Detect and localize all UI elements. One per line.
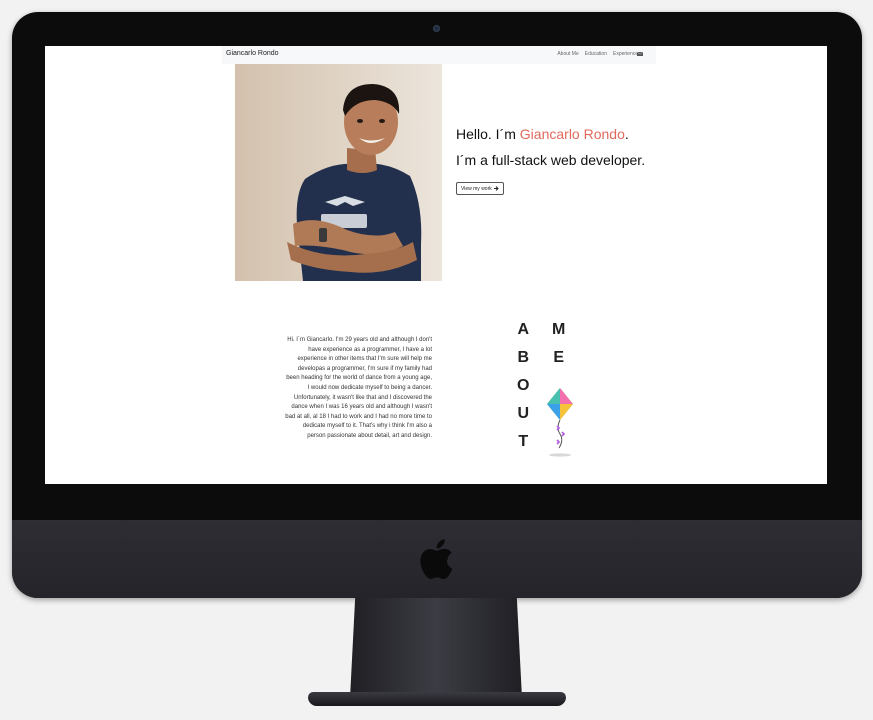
greeting-name: Giancarlo Rondo (519, 126, 625, 142)
about-heading-me: M E (552, 316, 565, 372)
hero-greeting: Hello. I´m Giancarlo Rondo. (456, 126, 645, 142)
about-letter: B (517, 349, 529, 366)
camera (433, 25, 440, 32)
greeting-suffix: . (624, 126, 629, 142)
about-letter: M (552, 321, 566, 338)
navbar: Giancarlo Rondo About Me Education Exper… (222, 46, 656, 64)
view-work-button[interactable]: View my work (456, 182, 504, 195)
nav-education[interactable]: Education (585, 51, 607, 57)
about-letter: T (518, 433, 529, 450)
hero-role: I´m a full-stack web developer. (456, 152, 646, 168)
nav-experience[interactable]: Experience (613, 51, 638, 57)
hero-text: Hello. I´m Giancarlo Rondo. I´m a full-s… (456, 126, 645, 195)
about-letter: U (517, 405, 529, 422)
about-letter: O (517, 377, 530, 394)
kite-icon (547, 388, 573, 457)
arrow-right-icon (493, 186, 499, 191)
about-letter: A (517, 321, 529, 338)
nav-about-me[interactable]: About Me (557, 51, 578, 57)
screen: Giancarlo Rondo About Me Education Exper… (45, 46, 827, 484)
greeting-prefix: Hello. I´m (456, 126, 520, 142)
view-work-label: View my work (461, 185, 492, 192)
about-paragraph: Hi. I´m Giancarlo. I'm 29 years old and … (285, 337, 432, 439)
profile-photo (235, 64, 442, 281)
about-heading-about: A B O U T (517, 316, 529, 456)
nav-links: About Me Education Experience (557, 51, 638, 57)
envelope-icon[interactable] (637, 52, 643, 56)
imac-base (308, 692, 566, 706)
apple-logo-icon (420, 539, 453, 580)
brand-link[interactable]: Giancarlo Rondo (226, 50, 279, 57)
about-letter: E (553, 349, 564, 366)
imac-stand (350, 598, 522, 698)
